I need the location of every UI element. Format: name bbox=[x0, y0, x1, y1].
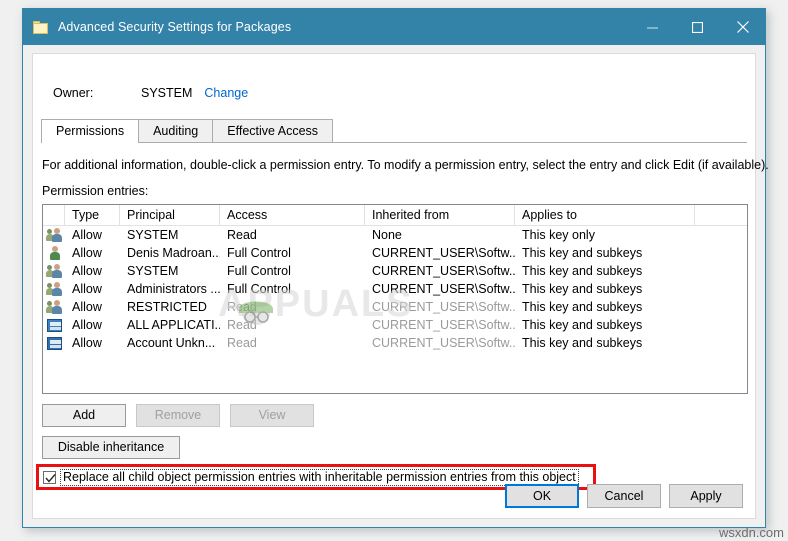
tab-effective-access[interactable]: Effective Access bbox=[212, 119, 333, 142]
column-header-inherited-from[interactable]: Inherited from bbox=[365, 205, 515, 225]
cell-inherited-from: CURRENT_USER\Softw... bbox=[365, 262, 515, 280]
info-text: For additional information, double-click… bbox=[42, 158, 769, 172]
cell-applies-to: This key and subkeys bbox=[515, 280, 695, 298]
table-header-row: Type Principal Access Inherited from App… bbox=[43, 205, 747, 226]
cell-access: Full Control bbox=[220, 244, 365, 262]
remove-button: Remove bbox=[136, 404, 220, 427]
cell-principal: Administrators ... bbox=[120, 280, 220, 298]
owner-value: SYSTEM bbox=[141, 86, 192, 100]
user-icon bbox=[43, 246, 65, 260]
table-row[interactable]: Allow SYSTEM Read None This key only bbox=[43, 226, 747, 244]
tab-permissions[interactable]: Permissions bbox=[41, 119, 139, 143]
cell-inherited-from: CURRENT_USER\Softw... bbox=[365, 280, 515, 298]
owner-row: Owner: SYSTEM Change bbox=[53, 86, 248, 100]
column-header-principal[interactable]: Principal bbox=[120, 205, 220, 225]
table-row[interactable]: Allow Administrators ... Full Control CU… bbox=[43, 280, 747, 298]
owner-change-link[interactable]: Change bbox=[204, 86, 248, 100]
cell-access: Read bbox=[220, 298, 365, 316]
cell-principal: Account Unkn... bbox=[120, 334, 220, 352]
cell-applies-to: This key and subkeys bbox=[515, 334, 695, 352]
cell-type: Allow bbox=[65, 334, 120, 352]
cell-applies-to: This key and subkeys bbox=[515, 316, 695, 334]
cell-inherited-from: None bbox=[365, 226, 515, 244]
cell-principal: Denis Madroan... bbox=[120, 244, 220, 262]
cell-type: Allow bbox=[65, 244, 120, 262]
cell-access: Read bbox=[220, 226, 365, 244]
table-body: Allow SYSTEM Read None This key only All… bbox=[43, 226, 747, 352]
cell-inherited-from: CURRENT_USER\Softw... bbox=[365, 298, 515, 316]
disable-inheritance-button[interactable]: Disable inheritance bbox=[42, 436, 180, 459]
owner-label: Owner: bbox=[53, 86, 141, 100]
cell-access: Full Control bbox=[220, 262, 365, 280]
cell-access: Full Control bbox=[220, 280, 365, 298]
group-icon bbox=[43, 300, 65, 314]
column-header-icon[interactable] bbox=[43, 205, 65, 225]
replace-child-permissions-label: Replace all child object permission entr… bbox=[60, 469, 579, 486]
window-title: Advanced Security Settings for Packages bbox=[58, 20, 291, 34]
cell-inherited-from: CURRENT_USER\Softw... bbox=[365, 334, 515, 352]
group-icon bbox=[43, 282, 65, 296]
permission-entries-label: Permission entries: bbox=[42, 184, 148, 198]
cell-type: Allow bbox=[65, 298, 120, 316]
group-icon bbox=[43, 264, 65, 278]
advanced-security-settings-dialog: Advanced Security Settings for Packages … bbox=[22, 8, 766, 528]
replace-child-permissions-checkbox[interactable] bbox=[43, 471, 56, 484]
site-watermark: wsxdn.com bbox=[719, 525, 784, 540]
close-button[interactable] bbox=[720, 9, 765, 45]
cell-access: Read bbox=[220, 316, 365, 334]
application-icon bbox=[43, 337, 65, 350]
cell-applies-to: This key only bbox=[515, 226, 695, 244]
column-header-applies-to[interactable]: Applies to bbox=[515, 205, 695, 225]
cell-type: Allow bbox=[65, 226, 120, 244]
title-bar: Advanced Security Settings for Packages bbox=[23, 9, 765, 45]
cell-inherited-from: CURRENT_USER\Softw... bbox=[365, 244, 515, 262]
table-row[interactable]: Allow SYSTEM Full Control CURRENT_USER\S… bbox=[43, 262, 747, 280]
cancel-button[interactable]: Cancel bbox=[587, 484, 661, 508]
cell-principal: SYSTEM bbox=[120, 226, 220, 244]
cell-principal: ALL APPLICATI... bbox=[120, 316, 220, 334]
cell-principal: RESTRICTED bbox=[120, 298, 220, 316]
minimize-button[interactable] bbox=[630, 9, 675, 45]
table-row[interactable]: Allow ALL APPLICATI... Read CURRENT_USER… bbox=[43, 316, 747, 334]
permission-entries-table[interactable]: Type Principal Access Inherited from App… bbox=[42, 204, 748, 394]
replace-child-permissions-row[interactable]: Replace all child object permission entr… bbox=[43, 469, 579, 486]
cell-type: Allow bbox=[65, 316, 120, 334]
cell-inherited-from: CURRENT_USER\Softw... bbox=[365, 316, 515, 334]
cell-applies-to: This key and subkeys bbox=[515, 262, 695, 280]
column-header-access[interactable]: Access bbox=[220, 205, 365, 225]
table-row[interactable]: Allow Account Unkn... Read CURRENT_USER\… bbox=[43, 334, 747, 352]
dialog-footer: OK Cancel Apply bbox=[505, 484, 743, 508]
table-row[interactable]: Allow RESTRICTED Read CURRENT_USER\Softw… bbox=[43, 298, 747, 316]
cell-type: Allow bbox=[65, 280, 120, 298]
column-header-type[interactable]: Type bbox=[65, 205, 120, 225]
folder-icon bbox=[33, 21, 48, 34]
column-header-spare[interactable] bbox=[695, 205, 745, 225]
view-button: View bbox=[230, 404, 314, 427]
cell-access: Read bbox=[220, 334, 365, 352]
group-icon bbox=[43, 228, 65, 242]
application-icon bbox=[43, 319, 65, 332]
cell-applies-to: This key and subkeys bbox=[515, 298, 695, 316]
cell-principal: SYSTEM bbox=[120, 262, 220, 280]
dialog-client-area: Owner: SYSTEM Change Permissions Auditin… bbox=[32, 53, 756, 519]
cell-type: Allow bbox=[65, 262, 120, 280]
ok-button[interactable]: OK bbox=[505, 484, 579, 508]
tab-auditing[interactable]: Auditing bbox=[138, 119, 213, 142]
table-row[interactable]: Allow Denis Madroan... Full Control CURR… bbox=[43, 244, 747, 262]
add-button[interactable]: Add bbox=[42, 404, 126, 427]
maximize-button[interactable] bbox=[675, 9, 720, 45]
window-controls bbox=[630, 9, 765, 45]
tab-strip: Permissions Auditing Effective Access bbox=[41, 120, 747, 143]
apply-button[interactable]: Apply bbox=[669, 484, 743, 508]
cell-applies-to: This key and subkeys bbox=[515, 244, 695, 262]
